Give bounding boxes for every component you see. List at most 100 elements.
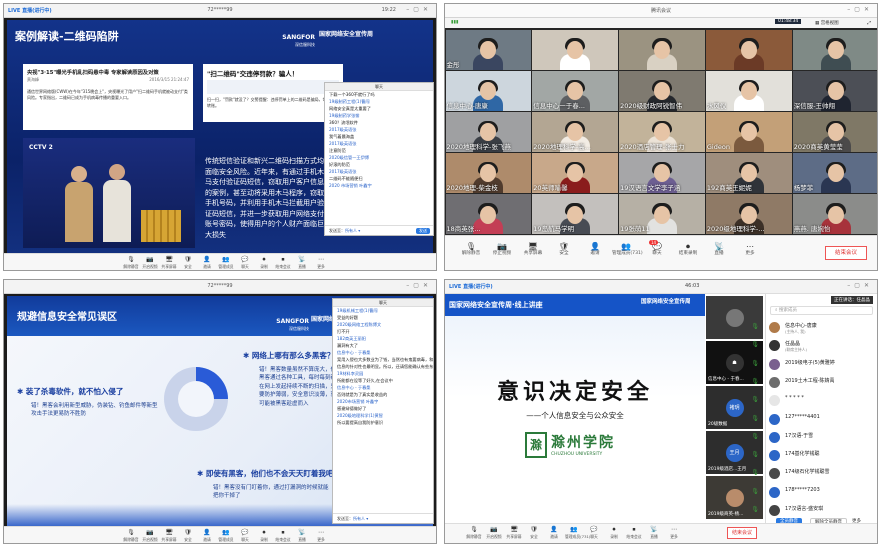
live-button[interactable]: 📡 直播 (645, 525, 663, 540)
video-tile[interactable]: 杨梦菲 (792, 153, 877, 194)
video-button[interactable]: 📷 开启视频 (141, 255, 159, 270)
video-tile[interactable]: Gideon (705, 111, 792, 153)
video-tile[interactable]: 深信服-王帅翔 (792, 70, 877, 111)
invite-button[interactable]: 👤 邀请 (545, 525, 563, 540)
unmute-button[interactable]: 🎙 解除静音 (465, 525, 483, 540)
more-button[interactable]: ⋯ 更多 (312, 528, 330, 543)
stop-record-button[interactable]: ⏺ 结束录制 (674, 242, 702, 257)
security-button[interactable]: 🛡 安全 (179, 255, 197, 270)
video-tile[interactable]: 2020商英黄莹莹 (792, 111, 877, 153)
recipient-select[interactable]: 所有人 ▾ (345, 228, 360, 233)
microphone-icon[interactable]: 🎙 (751, 396, 759, 403)
video-tile[interactable]: 2020酒店管理-张士力 (619, 111, 705, 153)
video-tile[interactable]: 20英师喻馨 (532, 153, 619, 194)
microphone-icon[interactable]: 🎙 (751, 378, 759, 385)
microphone-icon[interactable]: 🎙 (751, 488, 759, 495)
share-screen-button[interactable]: 🖥 共享屏幕 (160, 255, 178, 270)
view-toggle[interactable]: ▦ 宫格视图 (815, 20, 839, 26)
record-button[interactable]: ⏺ 录制 (255, 255, 273, 270)
end-meeting-button[interactable]: ⏹ 结束会议 (274, 255, 292, 270)
news-article: 央视"3·15"曝光手机乱扫码悬中毒 专家解读原因及对策 黄海峰 2016/3/1… (23, 64, 193, 130)
video-tile[interactable]: 信息中心一于春... (532, 70, 619, 111)
video-tile[interactable] (792, 29, 877, 70)
end-meeting-button[interactable]: ⏹ 结束会议 (274, 528, 292, 543)
chat-button[interactable]: 💬 聊天 (236, 528, 254, 543)
window-controls[interactable]: –▢✕ (406, 282, 432, 289)
end-meeting-button[interactable]: ⏹ 结束会议 (625, 525, 643, 540)
microphone-icon[interactable]: 🎙 (751, 415, 759, 422)
video-tile[interactable]: 192商英王妮妮 (705, 153, 792, 194)
record-button[interactable]: ⏺ 录制 (605, 525, 623, 540)
video-tile[interactable]: 2020级财政阿锐智伟 (619, 70, 705, 111)
video-tile[interactable] (532, 29, 619, 70)
video-tile[interactable]: 19汉语言文学李子涵 (619, 153, 705, 194)
microphone-icon[interactable]: 🎙 (751, 323, 759, 330)
unmute-button[interactable]: 🎙 解除静音 (122, 255, 140, 270)
myth-2-title: ✱ 网络上哪有那么多黑客？ (243, 351, 335, 360)
video-button[interactable]: 📷 开启视频 (485, 525, 503, 540)
fullscreen-icon[interactable]: ⤢ (867, 20, 871, 26)
manage-members-button[interactable]: 👥 管理成员(731) (612, 242, 643, 257)
live-button[interactable]: 📡 直播 (293, 528, 311, 543)
more-button[interactable]: ⋯ 更多 (665, 525, 683, 540)
video-tile[interactable]: 2020地理科学-高... (532, 111, 619, 153)
video-tile[interactable]: 燕燕. 唐婉怡 (792, 194, 877, 235)
video-tile[interactable]: 19张萌11 (619, 194, 705, 235)
chat-button[interactable]: 💬 聊天 (585, 525, 603, 540)
participant-face (827, 164, 844, 183)
microphone-icon[interactable]: 🎙 (751, 506, 759, 513)
video-tile[interactable]: 2020地理-柴金枝 (445, 153, 532, 194)
security-button[interactable]: 🛡 安全 (550, 242, 578, 257)
video-tile[interactable]: 2020级地理科学-... (705, 194, 792, 235)
window-controls[interactable]: –▢✕ (847, 6, 873, 13)
member-search-input[interactable]: ⌕ 搜索成员 (770, 306, 873, 315)
invite-button[interactable]: 👤 邀请 (581, 242, 609, 257)
recipient-select[interactable]: 所有人 ▾ (353, 516, 368, 521)
video-tile[interactable] (705, 29, 792, 70)
video-tile[interactable]: 2020地理科学-张飞燕 (445, 111, 532, 153)
share-screen-button[interactable]: 🖥 共享屏幕 (519, 242, 547, 257)
manage-members-button[interactable]: 👥 管理成员 (217, 255, 235, 270)
video-tile[interactable]: 信息中心-唐康 (445, 70, 532, 111)
microphone-icon[interactable]: 🎙 (751, 451, 759, 458)
unmute-button[interactable]: 🎙 解除静音 (122, 528, 140, 543)
video-tile[interactable]: 18商英张... (445, 194, 532, 235)
window-controls[interactable]: –▢✕ (406, 6, 432, 13)
live-button[interactable]: 📡 直播 (293, 255, 311, 270)
live-button[interactable]: 📡 直播 (705, 242, 733, 257)
participant-name: 18商英张... (446, 225, 481, 234)
end-meeting-button[interactable]: 结束会议 (825, 246, 867, 260)
unmute-button[interactable]: 🎙 解除静音 (457, 242, 485, 257)
toolbar-label: 邀请 (203, 537, 211, 542)
video-button[interactable]: 📷 开启视频 (141, 528, 159, 543)
microphone-icon[interactable]: 🎙 (751, 341, 759, 348)
record-button[interactable]: ⏺ 录制 (255, 528, 273, 543)
manage-members-button[interactable]: 👥 管理成员(731) (565, 525, 590, 540)
video-tile[interactable]: 金彤 (445, 29, 532, 70)
invite-button[interactable]: 👤 邀请 (198, 528, 216, 543)
video-tile[interactable] (619, 29, 705, 70)
share-screen-button[interactable]: 🖥 共享屏幕 (160, 528, 178, 543)
video-tile[interactable]: 水风仪 (705, 70, 792, 111)
security-button[interactable]: 🛡 安全 (525, 525, 543, 540)
manage-members-button[interactable]: 👥 管理成员 (217, 528, 235, 543)
participant-name: 2020酒店管理-张士力 (620, 143, 685, 152)
window-controls[interactable]: –▢✕ (847, 282, 873, 289)
video-tile[interactable]: 19岛航马学明 (532, 194, 619, 235)
microphone-icon[interactable]: 🎙 (751, 469, 759, 476)
video-thumbnail[interactable]: 褚玥 20级数据 (706, 386, 763, 429)
share-screen-button[interactable]: 🖥 共享屏幕 (505, 525, 523, 540)
video-thumbnail[interactable] (706, 296, 763, 339)
invite-button[interactable]: 👤 邀请 (198, 255, 216, 270)
send-button[interactable]: 发送 (416, 228, 430, 234)
participant-name: Gideon (706, 143, 730, 152)
chat-button[interactable]: 💬 聊天 (236, 255, 254, 270)
microphone-icon[interactable]: 🎙 (751, 360, 759, 367)
microphone-icon[interactable]: 🎙 (751, 433, 759, 440)
stop-video-button[interactable]: 📷 停止视频 (488, 242, 516, 257)
more-button[interactable]: ⋯ 更多 (312, 255, 330, 270)
end-meeting-button[interactable]: 结束会议 (727, 527, 757, 539)
security-button[interactable]: 🛡 安全 (179, 528, 197, 543)
more-button[interactable]: ⋯ 更多 (736, 242, 764, 257)
participant-face (653, 81, 670, 100)
